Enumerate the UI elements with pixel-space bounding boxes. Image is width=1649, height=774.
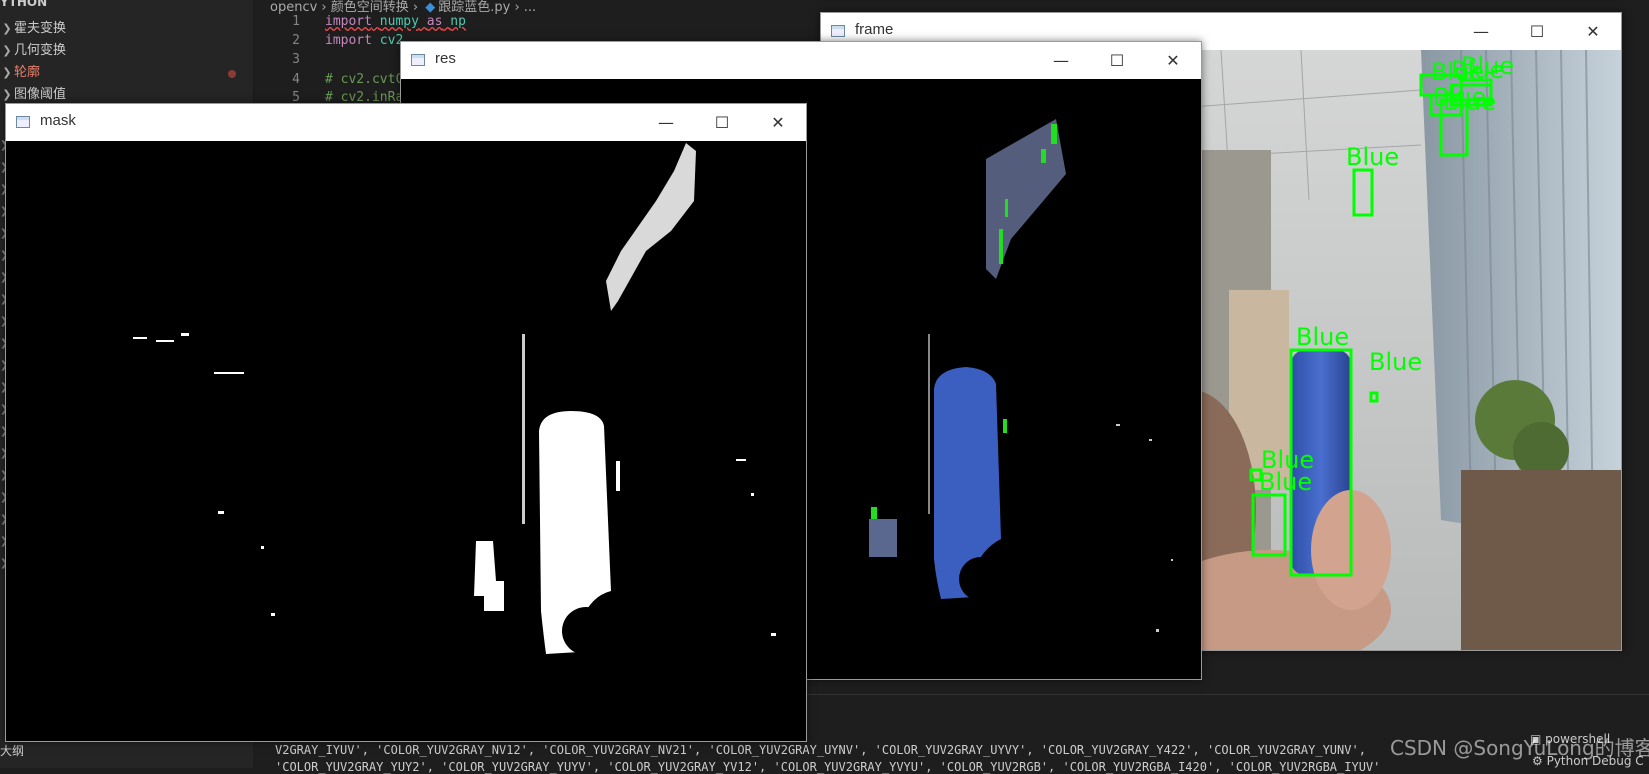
res-thumb-hole xyxy=(959,557,1003,601)
code-line[interactable]: import cv2 xyxy=(325,33,403,48)
sidebar-item-label: 霍夫变换 xyxy=(14,21,67,36)
code-token: numpy xyxy=(379,14,419,29)
chevron-right-icon: ❯ xyxy=(2,66,12,79)
breadcrumb-root[interactable]: opencv xyxy=(270,0,317,15)
maximize-button[interactable]: ☐ xyxy=(694,104,750,141)
breadcrumb-folder[interactable]: 颜色空间转换 xyxy=(331,0,409,15)
sidebar-item-geometry[interactable]: ❯ 几何变换 xyxy=(0,40,66,62)
sidebar-item-label: 几何变换 xyxy=(14,43,67,58)
sidebar-item-label: 轮廓 xyxy=(14,65,41,80)
detection-label: Blue xyxy=(1461,52,1514,80)
maximize-button[interactable]: ☐ xyxy=(1089,42,1145,79)
close-button[interactable]: ✕ xyxy=(1145,42,1201,79)
window-title: mask xyxy=(40,112,76,129)
mask-image xyxy=(6,141,806,741)
window-title: res xyxy=(435,50,456,67)
modified-dot-icon xyxy=(228,70,236,78)
mask-thumb-hole xyxy=(562,607,610,655)
res-small-object xyxy=(869,519,897,557)
code-token: np xyxy=(450,14,466,29)
res-titlebar[interactable]: res — ☐ ✕ xyxy=(401,42,1201,79)
maximize-button[interactable]: ☐ xyxy=(1509,13,1565,50)
chevron-right-icon: ❯ xyxy=(2,22,12,35)
minimize-button[interactable]: — xyxy=(1453,13,1509,50)
chevron-right-icon: ❯ xyxy=(2,44,12,57)
window-title: frame xyxy=(855,21,894,38)
close-button[interactable]: ✕ xyxy=(750,104,806,141)
line-number: 1 xyxy=(292,14,300,29)
detection-label: Blue xyxy=(1346,143,1399,171)
mask-window[interactable]: mask — ☐ ✕ xyxy=(5,103,807,742)
plant xyxy=(1513,422,1569,478)
code-token: import xyxy=(325,33,372,48)
sidebar-item-contour[interactable]: ❯ 轮廓 xyxy=(0,62,40,84)
code-token: import xyxy=(325,14,372,29)
breadcrumb-more[interactable]: ... xyxy=(524,0,536,15)
desk xyxy=(1461,470,1621,650)
window-app-icon xyxy=(831,25,845,37)
breadcrumb: opencv › 颜色空间转换 › ◆ 跟踪蓝色.py › ... xyxy=(270,0,537,15)
line-number: 2 xyxy=(292,33,300,48)
terminal-output-line: 'COLOR_YUV2GRAY_YUY2', 'COLOR_YUV2GRAY_Y… xyxy=(275,760,1381,774)
close-button[interactable]: ✕ xyxy=(1565,13,1621,50)
sidebar-item-label: 图像阈值 xyxy=(14,87,67,102)
minimize-button[interactable]: — xyxy=(638,104,694,141)
code-line[interactable]: import numpy as np xyxy=(325,14,466,29)
detection-label: Blue xyxy=(1369,348,1422,376)
minimize-button[interactable]: — xyxy=(1033,42,1089,79)
line-number: 3 xyxy=(292,52,300,67)
outline-section-title[interactable]: 大纲 xyxy=(0,742,24,759)
window-app-icon xyxy=(411,54,425,66)
python-file-icon: ◆ xyxy=(425,0,436,15)
explorer-section-title: YTHON xyxy=(0,0,48,9)
sidebar-item-hough[interactable]: ❯ 霍夫变换 xyxy=(0,18,66,40)
terminal-output-line: V2GRAY_IYUV', 'COLOR_YUV2GRAY_NV12', 'CO… xyxy=(275,743,1366,757)
detection-label: Blue xyxy=(1259,468,1312,496)
window-app-icon xyxy=(16,116,30,128)
code-token: as xyxy=(426,14,443,29)
line-number: 4 xyxy=(292,72,300,87)
breadcrumb-file[interactable]: 跟踪蓝色.py xyxy=(438,0,510,15)
detection-label: Blue xyxy=(1296,323,1349,351)
mask-titlebar[interactable]: mask — ☐ ✕ xyxy=(6,104,806,141)
mask-pole xyxy=(522,334,525,524)
csdn-watermark: CSDN @SongYuLong的博客 xyxy=(1390,736,1649,760)
res-pole xyxy=(928,334,930,514)
mask-scene xyxy=(6,141,806,741)
